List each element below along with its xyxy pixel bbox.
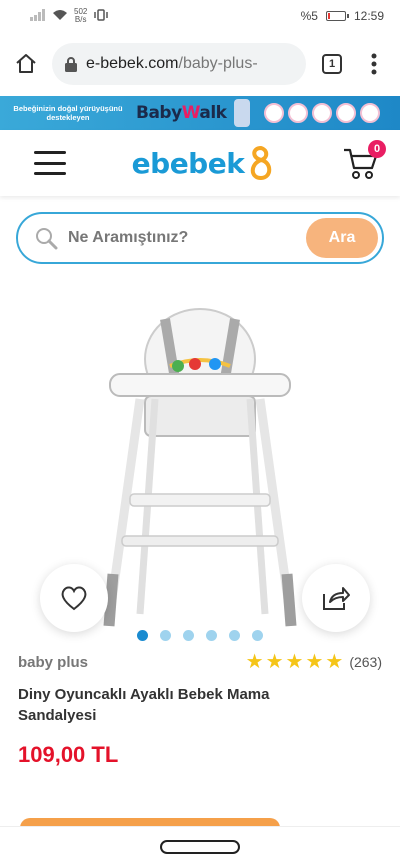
product-rating[interactable]: ★ ★ ★ ★ ★ (263) [246, 652, 382, 672]
banner-text: Bebeğinizin doğal yürüyüşünü destekleyen [13, 104, 123, 122]
browser-toolbar: e-bebek.com/baby-plus- 1 [0, 32, 400, 96]
site-header: ebebek 0 [0, 130, 400, 196]
more-vertical-icon [371, 53, 377, 75]
gallery-pagination [0, 630, 400, 641]
banner-logo-part1: Baby [136, 103, 182, 123]
search-icon [36, 228, 58, 250]
search-button[interactable]: Ara [306, 218, 378, 258]
system-nav-bar [0, 826, 400, 866]
ebebek-logo[interactable]: ebebek [132, 144, 277, 182]
star-icon: ★ [285, 651, 304, 673]
hamburger-line [34, 151, 66, 154]
home-icon [16, 54, 36, 73]
heart-icon [61, 586, 87, 611]
shoe-image [264, 103, 285, 123]
banner-logo-part2: W [181, 103, 200, 123]
search-input[interactable]: Ne Aramıştınız? [68, 229, 296, 247]
review-count[interactable]: (263) [349, 654, 382, 670]
wifi-icon [52, 9, 68, 24]
network-speed: 502 B/s [74, 8, 87, 24]
status-bar: 502 B/s %5 12:59 [0, 0, 400, 32]
hamburger-line [34, 172, 66, 175]
lock-icon [65, 57, 77, 72]
signal-icon [30, 8, 46, 24]
netspeed-unit: B/s [74, 15, 87, 24]
status-right: %5 12:59 [301, 9, 384, 23]
battery-icon [325, 11, 349, 21]
logo-mark-icon [251, 145, 272, 181]
promo-banner[interactable]: Bebeğinizin doğal yürüyüşünü destekleyen… [0, 96, 400, 130]
address-bar[interactable]: e-bebek.com/baby-plus- [52, 43, 306, 85]
gallery-dot[interactable] [252, 630, 263, 641]
url-text: e-bebek.com/baby-plus- [86, 55, 258, 73]
rating-stars: ★ ★ ★ ★ ★ [246, 652, 344, 672]
vibrate-icon [93, 8, 109, 24]
hamburger-line [34, 161, 66, 165]
shoe-image [360, 103, 381, 123]
status-left: 502 B/s [30, 8, 109, 24]
tab-switcher-button[interactable]: 1 [316, 48, 348, 80]
favorite-button[interactable] [40, 564, 108, 632]
clock: 12:59 [353, 9, 384, 23]
banner-shoe-images [264, 103, 381, 123]
product-meta: baby plus ★ ★ ★ ★ ★ (263) [0, 646, 400, 674]
search-section: Ne Aramıştınız? Ara [0, 196, 400, 264]
star-icon: ★ [265, 651, 284, 673]
gallery-dot[interactable] [229, 630, 240, 641]
cart-count-badge: 0 [368, 140, 386, 158]
search-box[interactable]: Ne Aramıştınız? Ara [16, 212, 384, 264]
share-button[interactable] [302, 564, 370, 632]
logo-text: ebebek [131, 146, 245, 180]
banner-child-image [234, 99, 251, 127]
battery-percent: %5 [300, 9, 318, 23]
product-title: Diny Oyuncaklı Ayaklı Bebek Mama Sandaly… [18, 686, 270, 724]
shoe-image [312, 103, 333, 123]
banner-logo-part3: alk [199, 103, 227, 123]
shoe-image [288, 103, 309, 123]
cart-button[interactable]: 0 [342, 140, 386, 180]
menu-button[interactable] [34, 151, 66, 175]
product-brand[interactable]: baby plus [18, 654, 88, 671]
url-domain: e-bebek.com [86, 55, 179, 72]
babywalk-logo: BabyWalk [136, 103, 227, 123]
share-icon [323, 587, 350, 610]
product-price: 109,00 TL [18, 742, 119, 767]
gallery-dot[interactable] [183, 630, 194, 641]
gallery-dot[interactable] [137, 630, 148, 641]
gallery-dot[interactable] [206, 630, 217, 641]
home-button[interactable] [10, 48, 42, 80]
browser-menu-button[interactable] [358, 48, 390, 80]
star-icon: ★ [245, 651, 264, 673]
home-gesture-pill[interactable] [160, 839, 240, 854]
product-gallery[interactable] [0, 274, 400, 646]
url-path: /baby-plus- [178, 55, 258, 72]
tab-count: 1 [322, 54, 342, 74]
product-image-high-chair [103, 308, 297, 627]
shoe-image [336, 103, 357, 123]
star-icon: ★ [325, 651, 344, 673]
star-icon: ★ [305, 651, 324, 673]
gallery-dot[interactable] [160, 630, 171, 641]
